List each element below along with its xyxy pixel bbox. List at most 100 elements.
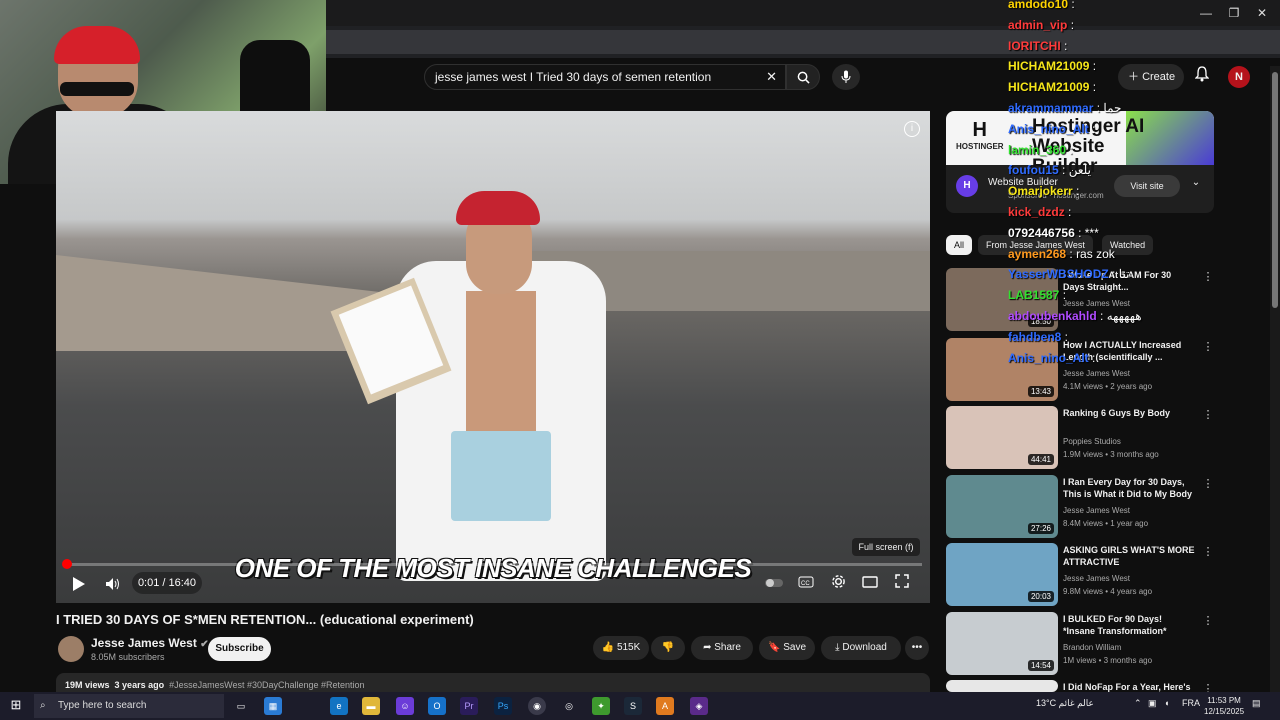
search-input[interactable]: jesse james west I Tried 30 days of seme… [424, 64, 786, 90]
recommendation-channel[interactable]: Poppies Studios [1063, 435, 1199, 448]
progress-bar[interactable] [64, 563, 922, 566]
store-app-icon[interactable]: ▦ [264, 697, 282, 715]
search-button[interactable] [786, 64, 820, 90]
chat-username[interactable]: 0792446756 [1008, 226, 1075, 240]
visit-site-button[interactable]: Visit site [1114, 175, 1180, 197]
chat-username[interactable]: akrammammar [1008, 101, 1093, 115]
taskbar-search[interactable]: ⌕ Type here to search [34, 694, 224, 718]
windows-start-icon[interactable]: ⊞ [8, 697, 24, 713]
more-actions-button[interactable]: ••• [905, 636, 929, 660]
notifications-icon[interactable]: ▤ [1252, 698, 1261, 709]
obs-app-icon[interactable]: ◎ [560, 697, 578, 715]
recommendation-channel[interactable]: Brandon William [1063, 641, 1199, 654]
close-window-button[interactable]: ✕ [1248, 4, 1276, 22]
more-vertical-icon[interactable]: ⋮ [1202, 477, 1214, 490]
photoshop-app-icon[interactable]: Ps [494, 697, 512, 715]
recommendation-thumbnail[interactable]: 27:26 [946, 475, 1058, 538]
hashtags[interactable]: #JesseJamesWest #30DayChallenge #Retenti… [169, 680, 364, 690]
chat-username[interactable]: IORITCHI [1008, 39, 1061, 53]
channel-name[interactable]: Jesse James West ✔ [91, 636, 209, 650]
language-indicator[interactable]: FRA [1182, 698, 1200, 708]
video-player[interactable]: i ONE OF THE MOST INSANE CHALLENGES Full… [56, 111, 930, 603]
recommendation-title[interactable]: ASKING GIRLS WHAT'S MORE ATTRACTIVE [1063, 544, 1195, 568]
recommendation-title[interactable]: I BULKED For 90 Days! *Insane Transforma… [1063, 613, 1195, 637]
app-icon[interactable]: ✦ [592, 697, 610, 715]
scrollbar-thumb[interactable] [1272, 72, 1278, 308]
premiere-app-icon[interactable]: Pr [460, 697, 478, 715]
tray-chevron-icon[interactable]: ⌃ [1134, 698, 1142, 709]
notifications-bell-icon[interactable] [1192, 66, 1212, 86]
chat-username[interactable]: Anis_nino_Alt [1008, 122, 1089, 136]
channel-avatar[interactable] [58, 636, 84, 662]
share-button[interactable]: ➦ Share [691, 636, 753, 660]
voice-search-button[interactable] [832, 64, 860, 90]
chat-separator: : [1072, 184, 1080, 199]
system-clock[interactable]: 11:53 PM 12/15/2025 [1204, 695, 1244, 717]
recommendation-thumbnail[interactable]: 14:54 [946, 612, 1058, 675]
chrome-app-icon[interactable]: ◉ [528, 697, 546, 715]
recommendation-channel[interactable]: Jesse James West [1063, 504, 1199, 517]
recommendation-thumbnail[interactable]: 20:03 [946, 543, 1058, 606]
discord-app-icon[interactable]: ☺ [396, 697, 414, 715]
fullscreen-icon[interactable] [892, 574, 912, 594]
like-button[interactable]: 👍 515K [593, 636, 649, 660]
speaker-icon[interactable]: ◖ [1164, 698, 1169, 708]
weather-widget[interactable]: 13°C عالم غائم [1036, 698, 1094, 709]
recommendation-title[interactable]: Ranking 6 Guys By Body [1063, 407, 1195, 419]
chat-username[interactable]: kick_dzdz [1008, 205, 1065, 219]
chat-username[interactable]: admin_vip [1008, 18, 1067, 32]
subtitles-icon[interactable]: CC [796, 574, 816, 594]
address-bar[interactable] [326, 30, 1280, 54]
recommendation-thumbnail[interactable] [946, 680, 1058, 692]
more-vertical-icon[interactable]: ⋮ [1202, 270, 1214, 283]
chip-all[interactable]: All [946, 235, 973, 255]
chat-username[interactable]: aymen268 [1008, 247, 1066, 261]
more-vertical-icon[interactable]: ⋮ [1202, 545, 1214, 558]
outlook-app-icon[interactable]: O [428, 697, 446, 715]
steam-app-icon[interactable]: S [624, 697, 642, 715]
progress-scrubber[interactable] [62, 559, 72, 569]
download-button[interactable]: ⤓ Download [821, 636, 901, 660]
theater-mode-icon[interactable] [860, 574, 880, 594]
edge-app-icon[interactable]: e [330, 697, 348, 715]
play-button[interactable] [68, 573, 90, 595]
recommendation-title[interactable]: I Ran Every Day for 30 Days, This is Wha… [1063, 476, 1195, 500]
chat-username[interactable]: lamin_360 [1008, 143, 1066, 157]
recommendation-thumbnail[interactable]: 13:43 [946, 338, 1058, 401]
save-button[interactable]: 🔖 Save [759, 636, 815, 660]
clear-search-icon[interactable]: ✕ [766, 65, 777, 89]
file-explorer-icon[interactable]: ▬ [362, 697, 380, 715]
autoplay-toggle-icon[interactable] [764, 574, 784, 594]
maximize-button[interactable]: ❐ [1220, 4, 1248, 22]
app-icon-orange[interactable]: A [656, 697, 674, 715]
dislike-button[interactable]: 👎 [651, 636, 685, 660]
chat-username[interactable]: amdodo10 [1008, 0, 1068, 11]
create-button[interactable]: ＋ Create [1118, 64, 1184, 90]
chat-username[interactable]: Omarjokerr [1008, 184, 1073, 198]
settings-gear-icon[interactable] [828, 574, 848, 594]
subscribe-button[interactable]: Subscribe [208, 637, 271, 661]
chat-username[interactable]: fahdben8 [1008, 330, 1061, 344]
recommendation-channel[interactable]: Jesse James West [1063, 367, 1199, 380]
recommendation-channel[interactable]: Jesse James West [1063, 572, 1199, 585]
chat-username[interactable]: LAB1587 [1008, 288, 1059, 302]
chat-username[interactable]: HICHAM21009 [1008, 80, 1089, 94]
chat-username[interactable]: abdoubenkahld [1008, 309, 1097, 323]
task-view-icon[interactable]: ▭ [232, 697, 250, 715]
info-icon[interactable]: i [904, 121, 920, 137]
more-vertical-icon[interactable]: ⋮ [1202, 614, 1214, 627]
chat-username[interactable]: Anis_nino_Alt [1008, 351, 1089, 365]
chat-username[interactable]: foufou15 [1008, 163, 1059, 177]
recommendation-thumbnail[interactable]: 44:41 [946, 406, 1058, 469]
more-vertical-icon[interactable]: ⋮ [1202, 340, 1214, 353]
recommendation-title[interactable]: I Did NoFap For a Year, Here's [1063, 681, 1195, 692]
volume-button[interactable] [102, 573, 124, 595]
chat-username[interactable]: HICHAM21009 [1008, 59, 1089, 73]
minimize-button[interactable]: — [1192, 4, 1220, 22]
chat-username[interactable]: YasserWBSHODZ [1008, 267, 1109, 281]
app-icon-purple[interactable]: ◈ [690, 697, 708, 715]
network-icon[interactable]: ▣ [1148, 698, 1157, 709]
more-vertical-icon[interactable]: ⋮ [1202, 408, 1214, 421]
chevron-down-icon[interactable]: ⌄ [1188, 177, 1204, 195]
account-avatar[interactable]: N [1228, 66, 1250, 88]
